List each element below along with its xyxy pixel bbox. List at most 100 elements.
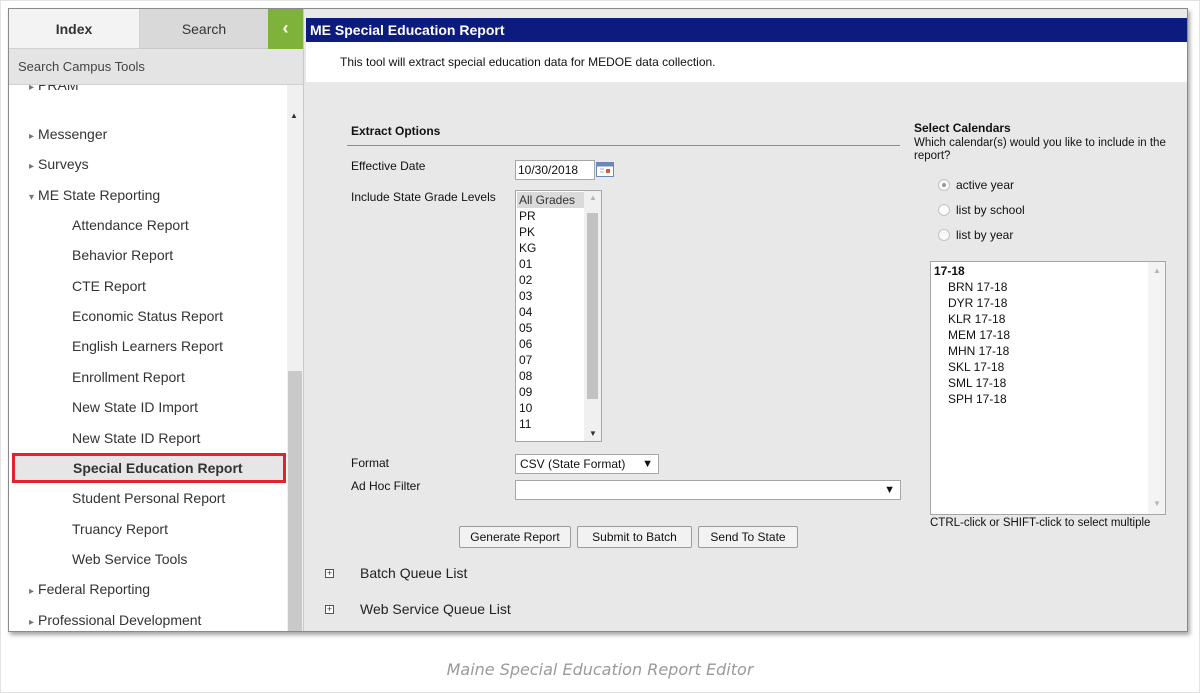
grade-option[interactable]: 09 <box>519 384 532 400</box>
grade-option-selected[interactable]: All Grades <box>517 192 586 208</box>
page-title: ME Special Education Report <box>306 18 1187 42</box>
calendar-option[interactable]: SML 17-18 <box>948 375 1006 391</box>
grade-option[interactable]: 08 <box>519 368 532 384</box>
calendar-question: Which calendar(s) would you like to incl… <box>914 137 1166 162</box>
search-campus-tools-input[interactable]: Search Campus Tools <box>9 49 303 85</box>
sidebar-item-federal-reporting[interactable]: ▸ Federal Reporting <box>9 574 287 604</box>
page-description: This tool will extract special education… <box>306 42 1187 82</box>
expand-plus-icon[interactable]: + <box>325 605 334 614</box>
sidebar-item-behavior-report[interactable]: Behavior Report <box>9 240 287 270</box>
expand-arrow-icon: ▸ <box>29 161 35 172</box>
calendar-option[interactable]: SPH 17-18 <box>948 391 1007 407</box>
submit-to-batch-button[interactable]: Submit to Batch <box>577 526 692 548</box>
sidebar-scrollbar[interactable]: ▲ <box>287 85 303 631</box>
calendar-option[interactable]: SKL 17-18 <box>948 359 1004 375</box>
tab-index[interactable]: Index <box>9 9 140 49</box>
sidebar-item-cte-report[interactable]: CTE Report <box>9 271 287 301</box>
web-service-queue-list-toggle[interactable]: Web Service Queue List <box>360 601 511 617</box>
grade-option[interactable]: KG <box>519 240 536 256</box>
sidebar-scroll-thumb[interactable] <box>288 371 302 631</box>
radio-button[interactable] <box>938 179 950 191</box>
select-calendars-heading: Select Calendars <box>914 121 1011 135</box>
scroll-up-icon[interactable]: ▲ <box>1153 266 1161 275</box>
main-panel: ME Special Education Report This tool wi… <box>304 9 1187 631</box>
grade-levels-list[interactable]: All Grades PR PK KG 01 02 03 04 05 06 07… <box>515 190 602 442</box>
grade-option[interactable]: 06 <box>519 336 532 352</box>
calendar-list-scrollbar[interactable]: ▲ ▼ <box>1148 262 1165 514</box>
collapse-sidebar-button[interactable]: ‹ <box>268 9 303 49</box>
grade-option[interactable]: 01 <box>519 256 532 272</box>
batch-queue-list-toggle[interactable]: Batch Queue List <box>360 565 467 581</box>
calendar-option[interactable]: DYR 17-18 <box>948 295 1007 311</box>
sidebar-item-surveys[interactable]: ▸ Surveys <box>9 149 287 179</box>
grade-option[interactable]: 04 <box>519 304 532 320</box>
tab-search[interactable]: Search <box>140 9 268 49</box>
generate-report-button[interactable]: Generate Report <box>459 526 571 548</box>
scroll-up-icon[interactable]: ▲ <box>290 111 298 120</box>
sidebar-item-me-state-reporting[interactable]: ▾ ME State Reporting <box>9 180 287 210</box>
sidebar-item-label: Professional Development <box>38 612 202 628</box>
grade-list-scroll-thumb[interactable] <box>587 213 598 399</box>
effective-date-label: Effective Date <box>351 159 426 173</box>
radio-button[interactable] <box>938 229 950 241</box>
sidebar-item-new-state-id-report[interactable]: New State ID Report <box>9 423 287 453</box>
calendar-list[interactable]: 17-18 BRN 17-18 DYR 17-18 KLR 17-18 MEM … <box>930 261 1166 515</box>
effective-date-field[interactable]: 10/30/2018 <box>515 160 595 180</box>
grade-option[interactable]: 02 <box>519 272 532 288</box>
radio-label: list by year <box>956 228 1014 242</box>
grade-option[interactable]: 11 <box>519 416 531 432</box>
calendar-option[interactable]: MEM 17-18 <box>948 327 1010 343</box>
sidebar-item-new-state-id-import[interactable]: New State ID Import <box>9 392 287 422</box>
tool-tree: ▸ PRAM ▸ Messenger ▸ Surveys ▾ ME State Repo… <box>9 85 287 631</box>
sidebar-item-enrollment-report[interactable]: Enrollment Report <box>9 362 287 392</box>
expand-plus-icon[interactable]: + <box>325 569 334 578</box>
grade-option[interactable]: 03 <box>519 288 532 304</box>
collapse-arrow-icon: ▾ <box>29 192 35 203</box>
radio-label: list by school <box>956 203 1025 217</box>
sidebar-item-label: ME State Reporting <box>38 187 161 203</box>
sidebar-item-messenger[interactable]: ▸ Messenger <box>9 119 287 149</box>
send-to-state-button[interactable]: Send To State <box>698 526 798 548</box>
app-frame: Index Search ‹ Search Campus Tools ▸ PRAM… <box>8 8 1188 632</box>
grade-option[interactable]: PK <box>519 224 535 240</box>
expand-arrow-icon: ▸ <box>29 617 35 628</box>
grade-option[interactable]: 10 <box>519 400 532 416</box>
sidebar-item-english-learners-report[interactable]: English Learners Report <box>9 331 287 361</box>
sidebar-item-student-personal-report[interactable]: Student Personal Report <box>9 483 287 513</box>
calendar-year-group[interactable]: 17-18 <box>934 263 965 279</box>
format-select-value: CSV (State Format) <box>520 457 626 471</box>
sidebar-item-attendance-report[interactable]: Attendance Report <box>9 210 287 240</box>
sidebar-item-professional-development[interactable]: ▸ Professional Development <box>9 605 287 631</box>
format-label: Format <box>351 456 390 470</box>
scroll-down-icon[interactable]: ▼ <box>589 429 597 438</box>
sidebar-item-truancy-report[interactable]: Truancy Report <box>9 514 287 544</box>
sidebar-item-special-education-report[interactable]: Special Education Report <box>12 453 286 483</box>
adhoc-filter-select[interactable]: ▼ <box>515 480 901 500</box>
sidebar-item-label: Surveys <box>38 156 89 172</box>
scroll-up-icon[interactable]: ▲ <box>589 193 597 202</box>
figure-caption: Maine Special Education Report Editor <box>446 660 754 679</box>
calendar-option[interactable]: MHN 17-18 <box>948 343 1009 359</box>
calendar-option[interactable]: BRN 17-18 <box>948 279 1007 295</box>
sidebar-item-web-service-tools[interactable]: Web Service Tools <box>9 544 287 574</box>
expand-arrow-icon: ▸ <box>29 586 35 597</box>
radio-label: active year <box>956 178 1015 192</box>
grade-option[interactable]: 07 <box>519 352 532 368</box>
radio-button[interactable] <box>938 204 950 216</box>
grade-option[interactable]: 05 <box>519 320 532 336</box>
extract-options-divider <box>347 145 900 146</box>
sidebar-item-economic-status-report[interactable]: Economic Status Report <box>9 301 287 331</box>
grade-option[interactable]: PR <box>519 208 536 224</box>
format-select[interactable]: CSV (State Format) ▼ <box>515 454 659 474</box>
sidebar-item-label: Federal Reporting <box>38 581 151 597</box>
extract-options-heading: Extract Options <box>351 124 441 138</box>
sidebar-item-label: Messenger <box>38 126 108 142</box>
calendar-option[interactable]: KLR 17-18 <box>948 311 1005 327</box>
multi-select-hint: CTRL-click or SHIFT-click to select mult… <box>930 517 1151 529</box>
calendar-picker-icon[interactable] <box>595 160 615 178</box>
grade-list-scrollbar[interactable]: ▲ ▼ <box>584 191 601 441</box>
scroll-down-icon[interactable]: ▼ <box>1153 499 1161 508</box>
expand-arrow-icon: ▸ <box>29 131 35 142</box>
sidebar-item-pram[interactable]: ▸ PRAM <box>9 85 287 100</box>
adhoc-filter-label: Ad Hoc Filter <box>351 479 421 493</box>
